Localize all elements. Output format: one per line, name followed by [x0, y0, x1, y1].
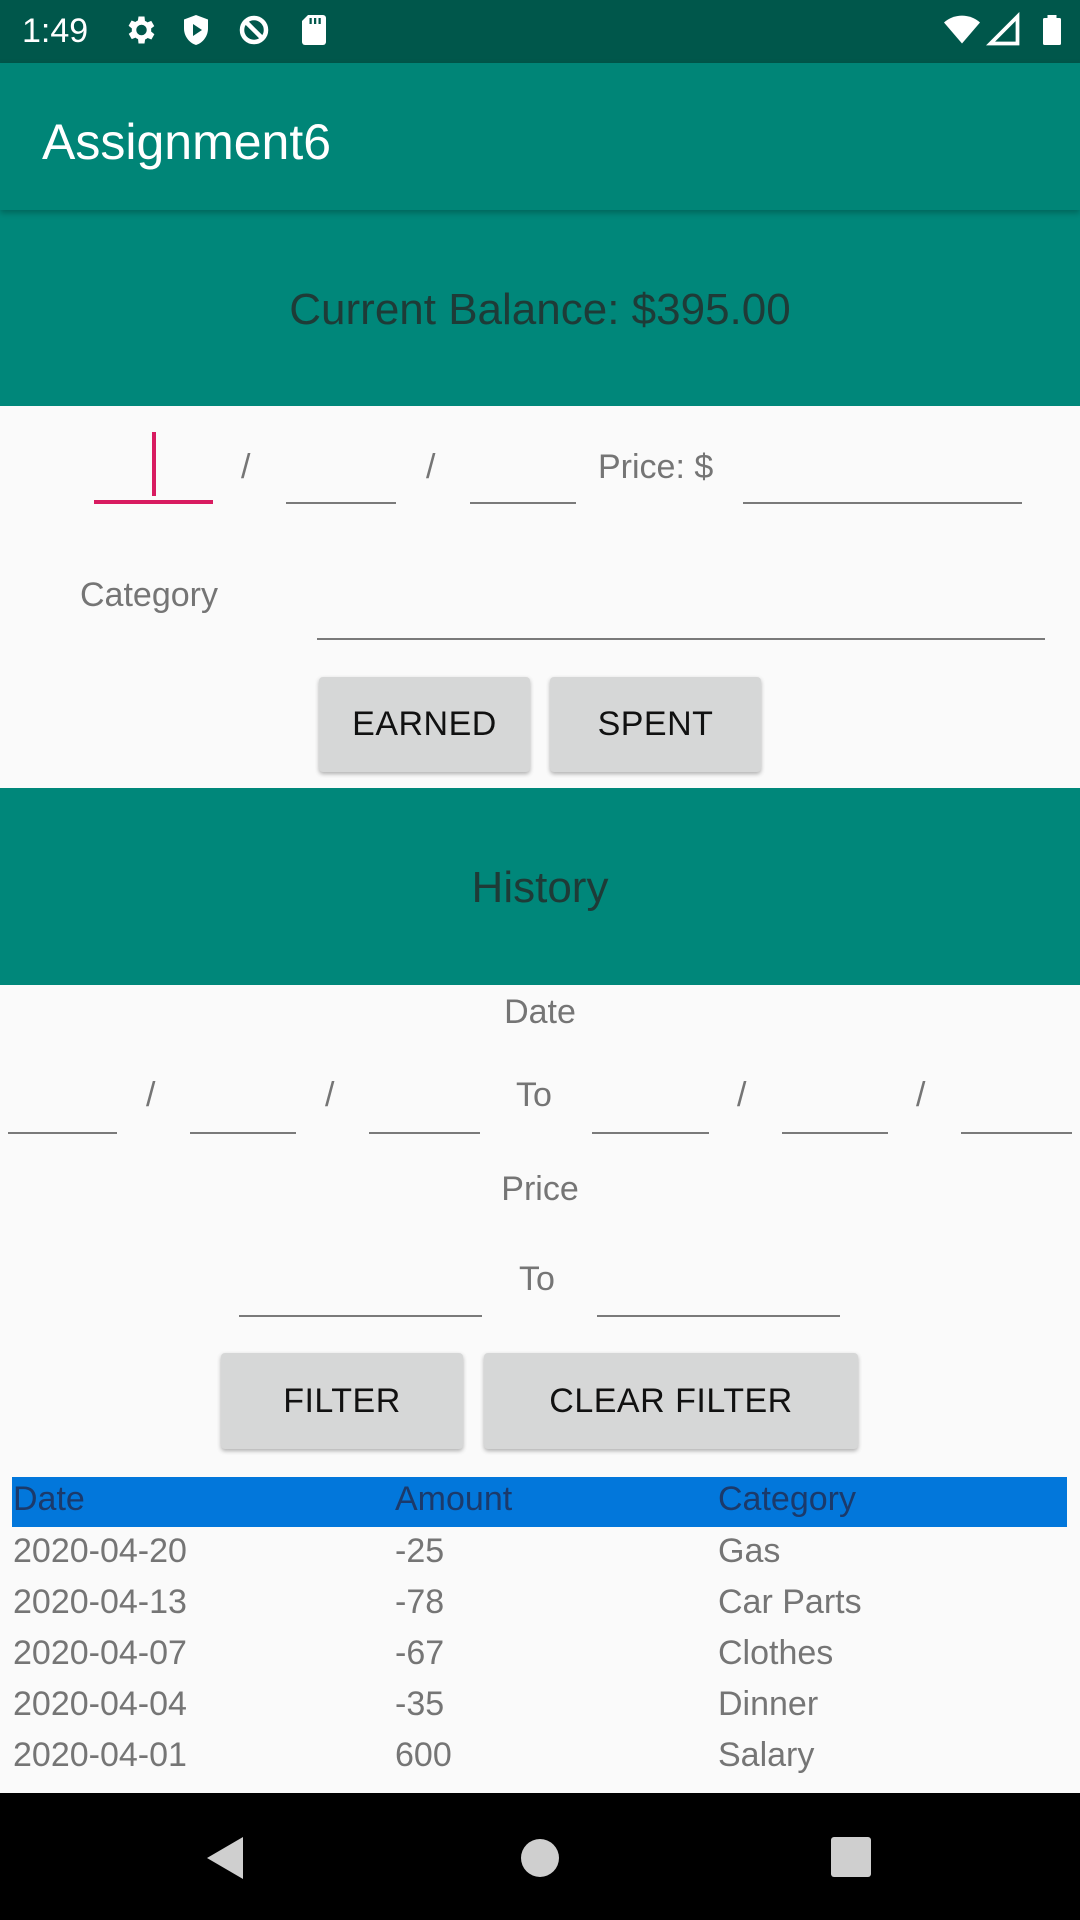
balance-banner: Current Balance: $395.00	[0, 210, 1080, 406]
column-header-amount: Amount	[395, 1480, 513, 1518]
column-header-category: Category	[718, 1480, 856, 1518]
spent-button[interactable]: SPENT	[550, 677, 761, 772]
history-banner: History	[0, 788, 1080, 985]
cell-date: 2020-04-20	[13, 1532, 187, 1570]
back-icon[interactable]	[205, 1835, 245, 1881]
date-separator: /	[146, 1076, 156, 1114]
day-input[interactable]	[286, 502, 396, 504]
status-bar: 1:49	[0, 0, 1080, 63]
price-input[interactable]	[743, 502, 1022, 504]
cell-amount: -78	[395, 1583, 445, 1621]
date-separator: /	[916, 1076, 926, 1114]
data-saver-icon	[239, 15, 269, 45]
filter-date-label: Date	[504, 993, 576, 1031]
filter-to-day-input[interactable]	[782, 1132, 888, 1134]
date-separator: /	[426, 448, 436, 486]
cell-amount: -67	[395, 1634, 445, 1672]
battery-icon	[1043, 15, 1061, 45]
cell-category: Dinner	[718, 1685, 819, 1723]
table-header	[12, 1477, 1067, 1527]
recents-icon[interactable]	[831, 1837, 871, 1877]
filter-max-price-input[interactable]	[597, 1315, 840, 1317]
wifi-icon	[944, 15, 980, 44]
cell-category: Gas	[718, 1532, 781, 1570]
cell-amount: -25	[395, 1532, 445, 1570]
shield-play-icon	[184, 15, 208, 45]
settings-gear-icon	[128, 16, 155, 44]
category-label: Category	[80, 576, 218, 614]
filter-min-price-input[interactable]	[239, 1315, 482, 1317]
year-input[interactable]	[470, 502, 576, 504]
cell-category: Clothes	[718, 1634, 834, 1672]
filter-from-month-input[interactable]	[8, 1132, 117, 1134]
status-time: 1:49	[22, 12, 89, 50]
price-label: Price: $	[598, 448, 714, 486]
filter-price-label: Price	[501, 1170, 579, 1208]
filter-to-year-input[interactable]	[961, 1132, 1072, 1134]
filter-from-day-input[interactable]	[190, 1132, 296, 1134]
filter-from-year-input[interactable]	[369, 1132, 480, 1134]
cell-date: 2020-04-01	[13, 1736, 187, 1774]
app-title: Assignment6	[42, 114, 332, 170]
cell-signal-icon	[986, 12, 1020, 46]
price-to-label: To	[519, 1260, 555, 1298]
month-input[interactable]	[94, 500, 213, 504]
date-separator: /	[737, 1076, 747, 1114]
history-title: History	[471, 863, 609, 912]
cell-date: 2020-04-13	[13, 1583, 187, 1621]
cell-date: 2020-04-04	[13, 1685, 187, 1723]
category-input[interactable]	[317, 638, 1045, 640]
cell-category: Car Parts	[718, 1583, 862, 1621]
date-separator: /	[325, 1076, 335, 1114]
clear-filter-button[interactable]: CLEAR FILTER	[484, 1353, 858, 1449]
text-cursor	[152, 432, 156, 496]
sd-card-icon	[302, 15, 326, 45]
navigation-bar	[0, 1793, 1080, 1920]
filter-to-month-input[interactable]	[592, 1132, 709, 1134]
earned-button[interactable]: EARNED	[319, 677, 530, 772]
current-balance-label: Current Balance: $395.00	[289, 285, 791, 334]
app-bar: Assignment6	[0, 63, 1080, 210]
date-to-label: To	[516, 1076, 552, 1114]
cell-date: 2020-04-07	[13, 1634, 187, 1672]
cell-amount: 600	[395, 1736, 452, 1774]
cell-category: Salary	[718, 1736, 815, 1774]
filter-button[interactable]: FILTER	[221, 1353, 463, 1449]
column-header-date: Date	[13, 1480, 85, 1518]
home-icon[interactable]	[520, 1838, 560, 1878]
cell-amount: -35	[395, 1685, 445, 1723]
date-separator: /	[241, 448, 251, 486]
